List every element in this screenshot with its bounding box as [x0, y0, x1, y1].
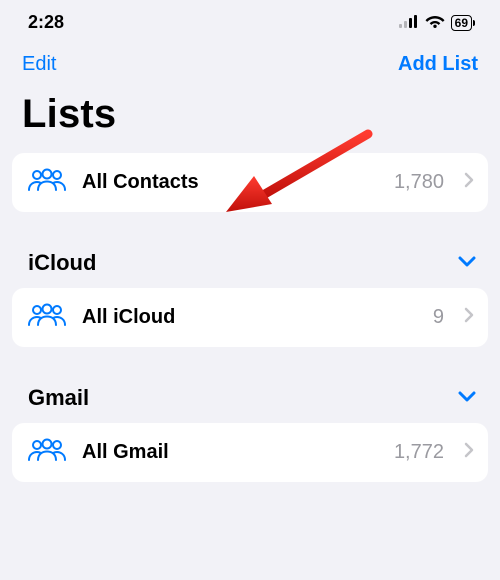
- status-time: 2:28: [28, 12, 64, 33]
- chevron-right-icon: [464, 307, 474, 328]
- battery-indicator: 69: [451, 15, 472, 31]
- nav-bar: Edit Add List: [0, 41, 500, 84]
- chevron-right-icon: [464, 442, 474, 463]
- wifi-icon: [425, 12, 445, 33]
- chevron-right-icon: [464, 172, 474, 193]
- section-label: Gmail: [28, 385, 89, 411]
- section-header-gmail[interactable]: Gmail: [0, 357, 500, 423]
- edit-button[interactable]: Edit: [22, 53, 56, 76]
- contacts-group-icon: [26, 437, 68, 468]
- add-list-button[interactable]: Add List: [398, 53, 478, 76]
- status-right: 69: [399, 12, 472, 33]
- row-label: All iCloud: [82, 306, 419, 329]
- contacts-group-icon: [26, 302, 68, 333]
- page-title: Lists: [0, 84, 500, 153]
- cellular-icon: [399, 12, 419, 33]
- status-bar: 2:28 69: [0, 0, 500, 41]
- chevron-down-icon[interactable]: [458, 254, 476, 272]
- chevron-down-icon[interactable]: [458, 389, 476, 407]
- list-row-all-icloud[interactable]: All iCloud 9: [12, 288, 488, 347]
- row-label: All Gmail: [82, 441, 380, 464]
- section-label: iCloud: [28, 250, 96, 276]
- row-count: 1,772: [394, 441, 444, 464]
- list-row-all-contacts[interactable]: All Contacts 1,780: [12, 153, 488, 212]
- list-row-all-gmail[interactable]: All Gmail 1,772: [12, 423, 488, 482]
- section-header-icloud[interactable]: iCloud: [0, 222, 500, 288]
- row-label: All Contacts: [82, 171, 380, 194]
- row-count: 9: [433, 306, 444, 329]
- contacts-group-icon: [26, 167, 68, 198]
- battery-level: 69: [451, 15, 472, 31]
- row-count: 1,780: [394, 171, 444, 194]
